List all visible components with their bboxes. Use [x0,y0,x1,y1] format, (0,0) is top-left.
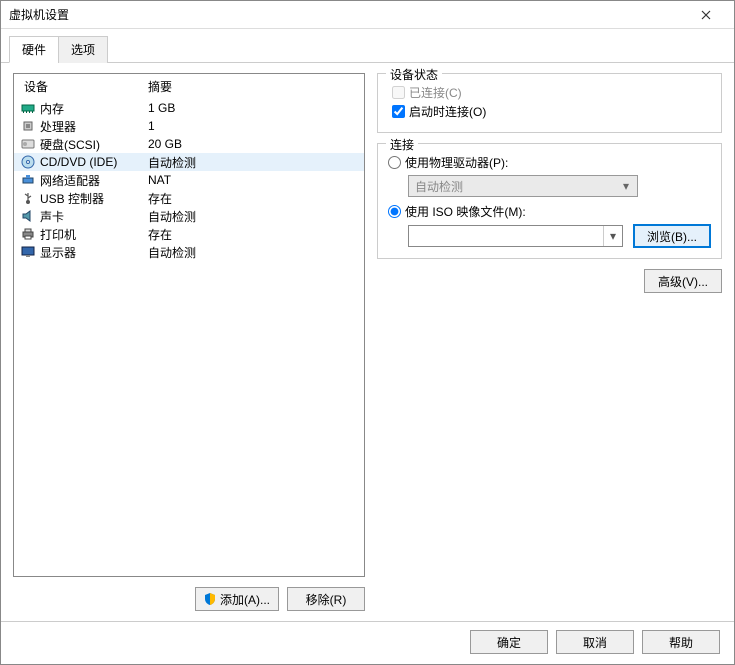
close-button[interactable] [686,1,726,28]
add-hardware-button[interactable]: 添加(A)... [195,587,279,611]
physical-drive-value: 自动检测 [415,178,463,195]
tabs: 硬件 选项 [1,29,734,63]
hw-row[interactable]: 声卡自动检测 [14,207,364,225]
hw-device-name: CD/DVD (IDE) [40,155,148,169]
hw-device-summary: 存在 [148,226,358,243]
printer-icon [20,226,36,242]
radio-use-physical-input[interactable] [388,156,401,169]
hw-device-name: 网络适配器 [40,172,148,189]
hw-device-name: 声卡 [40,208,148,225]
close-icon [701,10,711,20]
radio-use-iso-label: 使用 ISO 映像文件(M): [405,203,526,220]
hw-device-summary: 1 [148,119,358,133]
radio-use-physical[interactable]: 使用物理驱动器(P): [388,154,711,171]
hw-row[interactable]: 网络适配器NAT [14,171,364,189]
tab-options[interactable]: 选项 [58,36,108,63]
memory-icon [20,100,36,116]
device-status-group: 设备状态 已连接(C) 启动时连接(O) [377,73,722,133]
hw-device-name: 显示器 [40,244,148,261]
hw-device-name: 硬盘(SCSI) [40,136,148,153]
cd-icon [20,154,36,170]
browse-button[interactable]: 浏览(B)... [633,224,711,248]
connection-legend: 连接 [386,136,418,153]
hw-device-name: 内存 [40,100,148,117]
shield-icon [204,593,216,605]
hw-device-name: USB 控制器 [40,190,148,207]
connection-group: 连接 使用物理驱动器(P): 自动检测 使用 ISO 映像文件(M): 浏览 [377,143,722,259]
hw-device-name: 处理器 [40,118,148,135]
hdd-icon [20,136,36,152]
hw-device-name: 打印机 [40,226,148,243]
iso-path-combo[interactable] [408,225,623,247]
hardware-pane: 设备 摘要 内存1 GB处理器1硬盘(SCSI)20 GBCD/DVD (IDE… [13,73,365,611]
usb-icon [20,190,36,206]
titlebar: 虚拟机设置 [1,1,734,29]
sound-icon [20,208,36,224]
cpu-icon [20,118,36,134]
remove-hardware-button[interactable]: 移除(R) [287,587,365,611]
hw-list-body: 内存1 GB处理器1硬盘(SCSI)20 GBCD/DVD (IDE)自动检测网… [14,99,364,576]
hw-device-summary: 存在 [148,190,358,207]
hw-row[interactable]: 显示器自动检测 [14,243,364,261]
hw-device-summary: 自动检测 [148,244,358,261]
hw-device-summary: NAT [148,173,358,187]
vm-settings-window: 虚拟机设置 硬件 选项 设备 摘要 内存1 GB处理器1硬盘(SCSI)20 G… [0,0,735,665]
checkbox-connected: 已连接(C) [392,84,711,101]
cancel-button[interactable]: 取消 [556,630,634,654]
device-status-legend: 设备状态 [386,66,442,83]
radio-use-iso-input[interactable] [388,205,401,218]
hw-row[interactable]: 内存1 GB [14,99,364,117]
col-header-summary: 摘要 [148,78,358,95]
net-icon [20,172,36,188]
hw-row[interactable]: USB 控制器存在 [14,189,364,207]
hw-row[interactable]: 打印机存在 [14,225,364,243]
ok-button[interactable]: 确定 [470,630,548,654]
details-pane: 设备状态 已连接(C) 启动时连接(O) 连接 使用物理驱动器(P): 自动检测 [377,73,722,611]
checkbox-connect-at-poweron-label: 启动时连接(O) [409,103,486,120]
checkbox-connected-input [392,86,405,99]
help-button[interactable]: 帮助 [642,630,720,654]
checkbox-connected-label: 已连接(C) [409,84,462,101]
hw-device-summary: 20 GB [148,137,358,151]
radio-use-iso[interactable]: 使用 ISO 映像文件(M): [388,203,711,220]
advanced-button[interactable]: 高级(V)... [644,269,722,293]
hw-row[interactable]: 处理器1 [14,117,364,135]
hw-row[interactable]: 硬盘(SCSI)20 GB [14,135,364,153]
display-icon [20,244,36,260]
tab-hardware[interactable]: 硬件 [9,36,59,63]
window-title: 虚拟机设置 [9,6,686,23]
col-header-device: 设备 [20,78,148,95]
dialog-buttons: 确定 取消 帮助 [1,621,734,664]
radio-use-physical-label: 使用物理驱动器(P): [405,154,508,171]
add-button-label: 添加(A)... [220,591,270,608]
content-area: 设备 摘要 内存1 GB处理器1硬盘(SCSI)20 GBCD/DVD (IDE… [1,63,734,621]
hw-device-summary: 自动检测 [148,208,358,225]
hw-list-header: 设备 摘要 [14,74,364,99]
hw-device-summary: 自动检测 [148,154,358,171]
checkbox-connect-at-poweron-input[interactable] [392,105,405,118]
hw-row[interactable]: CD/DVD (IDE)自动检测 [14,153,364,171]
hardware-list: 设备 摘要 内存1 GB处理器1硬盘(SCSI)20 GBCD/DVD (IDE… [13,73,365,577]
checkbox-connect-at-poweron[interactable]: 启动时连接(O) [392,103,711,120]
hw-device-summary: 1 GB [148,101,358,115]
physical-drive-combo: 自动检测 [408,175,638,197]
